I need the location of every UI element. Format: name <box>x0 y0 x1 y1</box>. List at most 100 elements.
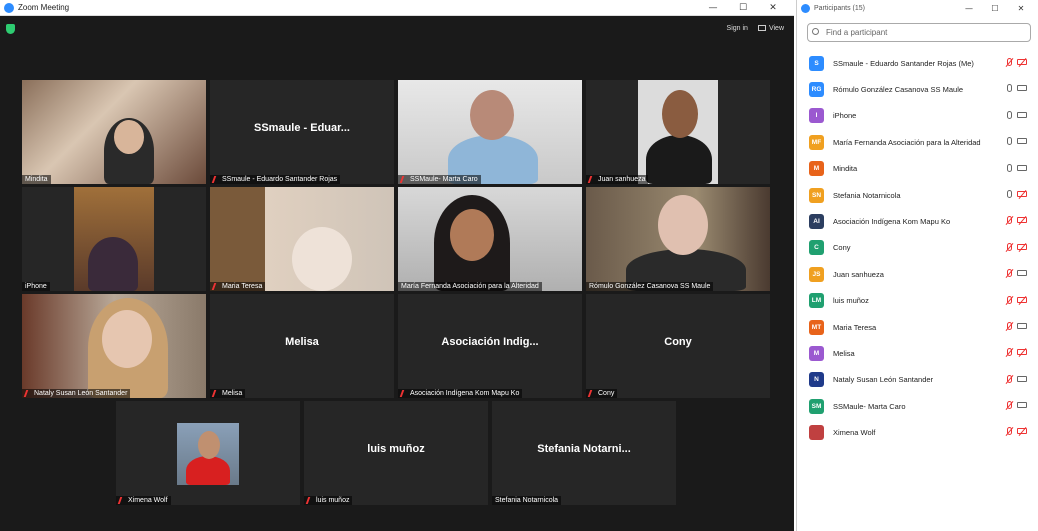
maximize-button[interactable]: ☐ <box>728 3 758 13</box>
mic-muted-icon[interactable] <box>1007 295 1012 304</box>
participant-search-input[interactable]: Find a participant <box>807 23 1031 42</box>
camera-off-icon[interactable] <box>1017 349 1027 356</box>
camera-icon[interactable] <box>1017 270 1027 277</box>
mic-muted-icon[interactable] <box>1007 401 1012 410</box>
participant-status-icons <box>1007 269 1027 278</box>
camera-off-icon[interactable] <box>1017 243 1027 250</box>
mic-muted-icon[interactable] <box>1007 321 1012 330</box>
video-tile-active-speaker[interactable]: Rómulo González Casanova SS Maule <box>586 187 770 291</box>
mic-muted-icon[interactable] <box>1007 374 1012 383</box>
tile-name: iPhone <box>25 283 47 290</box>
camera-off-icon[interactable] <box>1017 190 1027 197</box>
mic-muted-icon[interactable] <box>1007 58 1012 66</box>
avatar: SN <box>809 187 824 203</box>
participant-row[interactable]: M Melisa <box>809 340 1035 366</box>
title-bar: Zoom Meeting — ☐ ✕ <box>0 0 794 16</box>
camera-icon[interactable] <box>1017 322 1027 329</box>
participant-status-icons <box>1007 84 1027 93</box>
video-tile[interactable]: Melisa Melisa <box>210 294 394 398</box>
mic-muted-icon[interactable] <box>1007 242 1012 251</box>
video-tile[interactable]: Mindita <box>22 80 206 184</box>
view-button[interactable]: View <box>757 25 784 32</box>
participant-row[interactable]: RG Rómulo González Casanova SS Maule <box>809 76 1035 102</box>
video-tile[interactable]: iPhone <box>22 187 206 291</box>
video-tile[interactable]: SSMaule- Marta Caro <box>398 80 582 184</box>
mic-icon[interactable] <box>1007 84 1012 93</box>
camera-icon[interactable] <box>1017 111 1027 118</box>
participant-row[interactable]: SN Stefania Notarnicola <box>809 182 1035 208</box>
participant-row[interactable]: S SSmaule - Eduardo Santander Rojas (Me) <box>809 50 1035 76</box>
mic-muted-icon[interactable] <box>1007 216 1012 225</box>
participant-face <box>114 120 144 154</box>
camera-icon[interactable] <box>1017 375 1027 382</box>
camera-off-icon[interactable] <box>1017 59 1027 65</box>
participant-row[interactable]: Ximena Wolf <box>809 419 1035 445</box>
tile-name-bar: Juan sanhueza <box>586 175 649 184</box>
participant-row[interactable]: LM luis muñoz <box>809 288 1035 314</box>
participant-row[interactable]: IiPhone <box>809 103 1035 129</box>
video-tile[interactable]: Asociación Indig... Asociación Indígena … <box>398 294 582 398</box>
close-button[interactable]: ✕ <box>758 3 788 13</box>
maximize-button[interactable]: ☐ <box>982 4 1008 13</box>
participant-name: luis muñoz <box>833 296 869 306</box>
avatar: JS <box>809 266 824 282</box>
participant-name: Cony <box>833 243 851 253</box>
mic-icon[interactable] <box>1007 163 1012 172</box>
mic-icon[interactable] <box>1007 110 1012 119</box>
mic-muted-icon[interactable] <box>1007 269 1012 278</box>
video-tile[interactable]: Stefania Notarni... Stefania Notarnicola <box>492 401 676 505</box>
encryption-shield-icon[interactable] <box>6 24 15 34</box>
avatar: MT <box>809 319 824 335</box>
participant-row[interactable]: N Nataly Susan León Santander <box>809 367 1035 393</box>
tile-name-bar: Ximena Wolf <box>116 496 171 505</box>
participant-row[interactable]: M Mindita <box>809 156 1035 182</box>
tile-name: Stefania Notarnicola <box>495 497 559 504</box>
video-tile[interactable]: María Fernanda Asociación para la Alteri… <box>398 187 582 291</box>
video-tile[interactable]: Ximena Wolf <box>116 401 300 505</box>
participant-status-icons <box>1007 348 1027 357</box>
participant-row[interactable]: SM SSMaule- Marta Caro <box>809 393 1035 419</box>
tile-name: Mindita <box>25 176 48 183</box>
participant-row[interactable]: MF María Fernanda Asociación para la Alte… <box>809 129 1035 155</box>
video-tile[interactable]: luis muñoz luis muñoz <box>304 401 488 505</box>
camera-off-icon[interactable] <box>1017 217 1027 224</box>
camera-off-icon[interactable] <box>1017 296 1027 303</box>
avatar: LM <box>809 293 824 309</box>
video-tile[interactable]: Maria Teresa <box>210 187 394 291</box>
mic-muted-icon[interactable] <box>1007 427 1012 436</box>
close-button[interactable]: ✕ <box>1008 4 1034 13</box>
participant-row[interactable]: C Cony <box>809 235 1035 261</box>
tile-center-name: Stefania Notarni... <box>537 443 631 455</box>
minimize-button[interactable]: — <box>956 4 982 13</box>
mic-icon[interactable] <box>1007 189 1012 198</box>
window-controls: — ☐ ✕ <box>698 0 788 16</box>
camera-icon[interactable] <box>1017 402 1027 409</box>
video-tile[interactable]: Nataly Susan León Santander <box>22 294 206 398</box>
tile-name: Asociación Indígena Kom Mapu Ko <box>410 390 520 397</box>
avatar: SM <box>809 398 824 414</box>
camera-icon[interactable] <box>1017 138 1027 145</box>
camera-icon[interactable] <box>1017 85 1027 92</box>
tile-name-bar: SSMaule- Marta Caro <box>398 175 481 184</box>
participant-row[interactable]: MT Maria Teresa <box>809 314 1035 340</box>
mic-icon[interactable] <box>1007 137 1012 146</box>
camera-off-icon[interactable] <box>1017 428 1027 435</box>
participant-name: Asociación Indígena Kom Mapu Ko <box>833 217 951 227</box>
camera-icon[interactable] <box>1017 164 1027 171</box>
mic-muted-icon[interactable] <box>1007 348 1012 357</box>
meeting-window: Zoom Meeting — ☐ ✕ Sign in View Mindita … <box>0 0 794 531</box>
video-tile[interactable]: Cony Cony <box>586 294 770 398</box>
participant-name: Rómulo González Casanova SS Maule <box>833 85 964 95</box>
signin-button[interactable]: Sign in <box>727 25 748 32</box>
participant-figure <box>646 135 712 184</box>
video-tile[interactable]: Juan sanhueza <box>586 80 770 184</box>
minimize-button[interactable]: — <box>698 3 728 13</box>
participant-list: S SSmaule - Eduardo Santander Rojas (Me) R… <box>809 50 1035 446</box>
participant-status-icons <box>1007 110 1027 119</box>
participant-row[interactable]: JS Juan sanhueza <box>809 261 1035 287</box>
participant-name: iPhone <box>833 111 857 121</box>
tile-name-bar: SSmaule - Eduardo Santander Rojas <box>210 175 341 184</box>
participant-row[interactable]: AI Asociación Indígena Kom Mapu Ko <box>809 208 1035 234</box>
panel-title: Participants (15) <box>814 4 865 12</box>
video-tile[interactable]: SSmaule - Eduar... SSmaule - Eduardo San… <box>210 80 394 184</box>
